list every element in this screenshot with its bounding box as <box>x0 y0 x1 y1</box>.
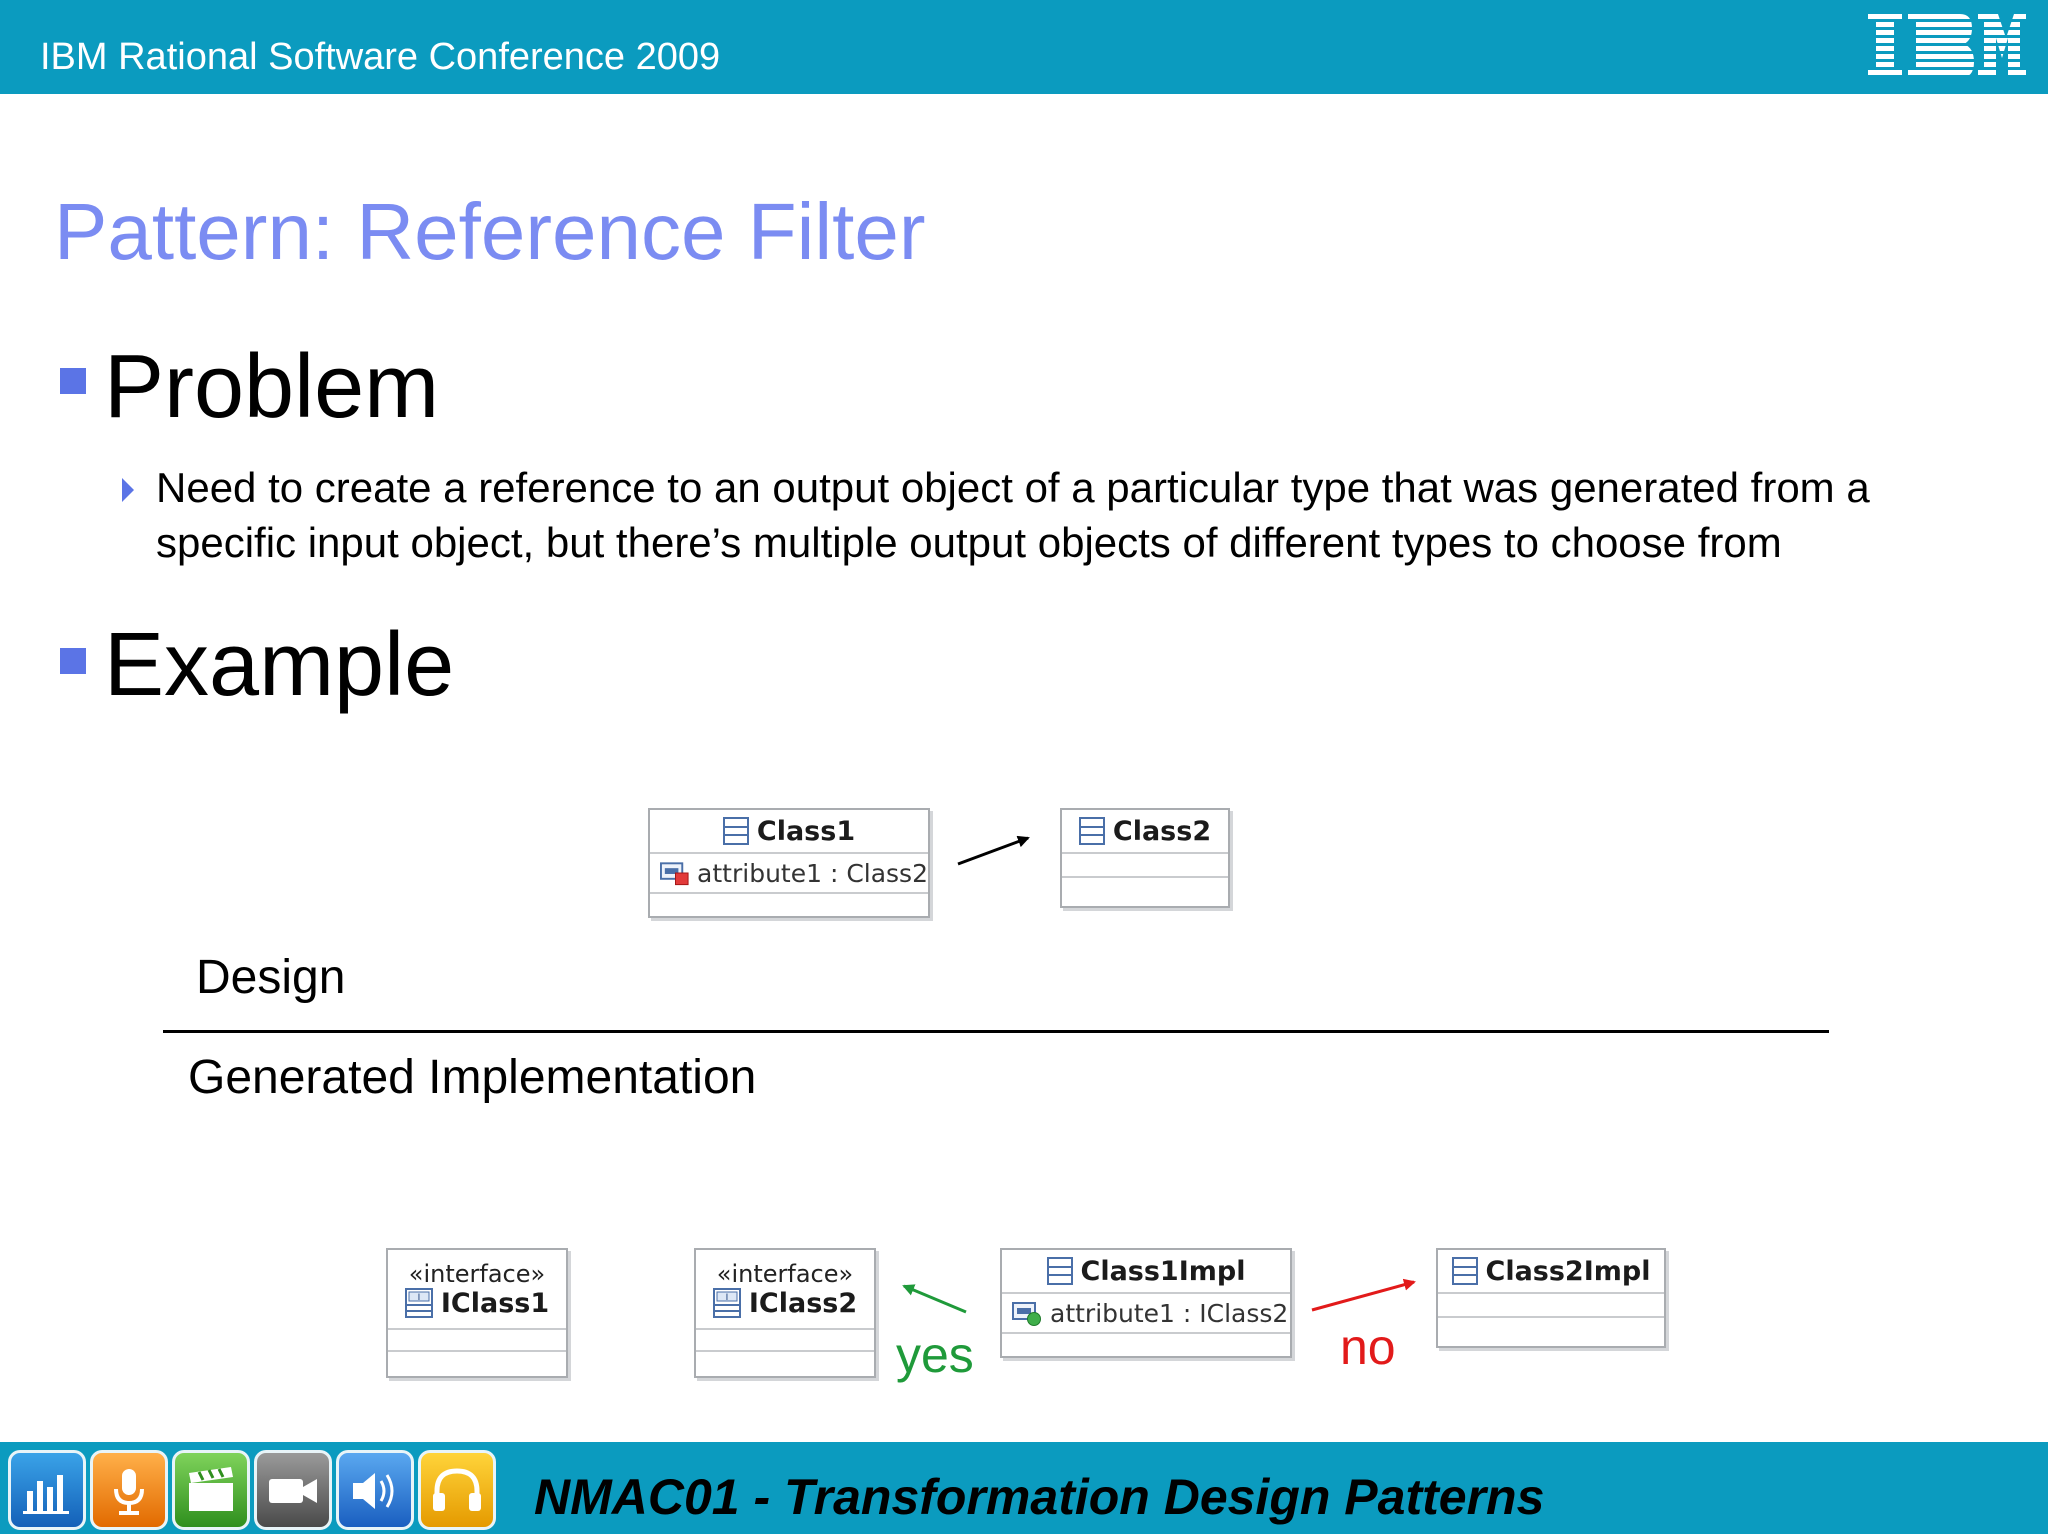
svg-text:I: I <box>726 1293 729 1303</box>
generated-implementation-label: Generated Implementation <box>188 1051 757 1104</box>
headphones-icon[interactable] <box>418 1450 496 1530</box>
yes-arrow <box>902 1284 967 1314</box>
session-title: NMAC01 - Transformation Design Patterns <box>534 1469 1545 1525</box>
class-name: Class1 <box>756 815 856 847</box>
yes-label: yes <box>896 1327 974 1383</box>
conference-name: IBM Rational Software Conference 2009 <box>40 36 721 78</box>
class-icon <box>1451 1257 1478 1285</box>
association-arrow <box>957 835 1030 866</box>
slide-title: Pattern: Reference Filter <box>54 187 926 276</box>
attribute-label: attribute1 : IClass2 <box>1050 1298 1289 1328</box>
class-name: Class1Impl <box>1080 1255 1246 1287</box>
microphone-icon[interactable] <box>90 1450 168 1530</box>
class-icon <box>1078 817 1105 845</box>
stereotype-label: «interface» <box>716 1259 854 1288</box>
problem-heading: Problem <box>104 337 440 437</box>
class-name: Class2Impl <box>1485 1255 1651 1287</box>
uml-interface-iclass1: «interface» I IClass1 <box>386 1248 568 1378</box>
uml-interface-iclass2: «interface» I IClass2 <box>694 1248 876 1378</box>
example-heading: Example <box>104 615 455 715</box>
no-arrow <box>1311 1278 1416 1312</box>
stats-icon[interactable] <box>8 1450 86 1530</box>
interface-icon: I <box>712 1288 741 1318</box>
bullet-square-icon <box>60 648 86 674</box>
uml-class-class1: Class1 attribute1 : Class2 <box>648 808 930 918</box>
design-label: Design <box>196 951 346 1004</box>
ibm-logo <box>1868 14 2026 78</box>
attribute-label: attribute1 : Class2 <box>697 858 928 888</box>
class-icon <box>722 817 749 845</box>
problem-text: Need to create a reference to an output … <box>156 464 1870 566</box>
uml-class-class2: Class2 <box>1060 808 1230 908</box>
speaker-icon[interactable] <box>336 1450 414 1530</box>
attribute-private-icon <box>660 862 689 886</box>
interface-icon: I <box>404 1288 433 1318</box>
section-divider <box>163 1030 1829 1033</box>
interface-name: IClass2 <box>748 1287 858 1319</box>
bullet-square-icon <box>60 368 86 394</box>
video-camera-icon[interactable] <box>254 1450 332 1530</box>
uml-class-class2impl: Class2Impl <box>1436 1248 1666 1348</box>
no-label: no <box>1340 1319 1396 1375</box>
attribute-public-icon <box>1012 1302 1041 1326</box>
clapperboard-icon[interactable] <box>172 1450 250 1530</box>
class-name: Class2 <box>1112 815 1212 847</box>
header-bar: IBM Rational Software Conference 2009 <box>0 0 2048 94</box>
uml-class-class1impl: Class1Impl attribute1 : IClass2 <box>1000 1248 1292 1358</box>
class-icon <box>1046 1257 1073 1285</box>
triangle-bullet-icon <box>122 478 134 502</box>
interface-name: IClass1 <box>440 1287 550 1319</box>
svg-text:I: I <box>418 1293 421 1303</box>
footer-bar: NMAC01 - Transformation Design Patterns <box>0 1442 2048 1534</box>
stereotype-label: «interface» <box>408 1259 546 1288</box>
